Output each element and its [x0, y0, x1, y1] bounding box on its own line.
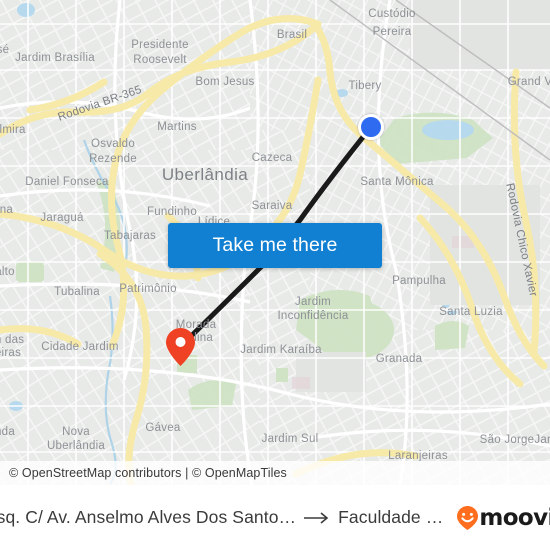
map-area[interactable]: Brasil Custódio Pereira Grand V Presidente Ro… [0, 0, 550, 485]
moovit-map-screen: Brasil Custódio Pereira Grand V Presidente Ro… [0, 0, 550, 550]
moovit-logo[interactable]: moovit [457, 505, 550, 531]
moovit-wordmark: moovit [479, 504, 550, 531]
route-origin-label: Esq. C/ Av. Anselmo Alves Dos Santo… [0, 507, 297, 527]
destination-marker-pin[interactable] [166, 328, 195, 366]
origin-marker-blue-dot[interactable] [358, 114, 384, 140]
route-summary: Esq. C/ Av. Anselmo Alves Dos Santo… Fac… [0, 505, 550, 531]
arrow-right-icon [304, 511, 330, 525]
map-attribution: © OpenStreetMap contributors | © OpenMap… [0, 461, 550, 485]
take-me-there-button[interactable]: Take me there [168, 223, 382, 268]
route-destination-label: Faculdade … [338, 507, 444, 527]
moovit-pin-icon [457, 505, 479, 530]
route-footer-bar: Esq. C/ Av. Anselmo Alves Dos Santo… Fac… [0, 485, 550, 550]
